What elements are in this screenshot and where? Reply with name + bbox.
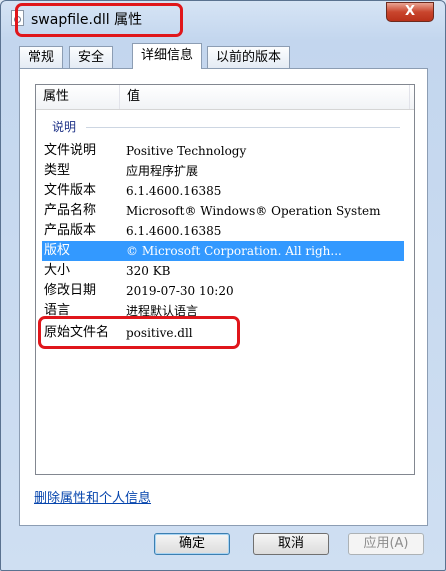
group-divider xyxy=(86,127,400,128)
ok-button[interactable]: 确定 xyxy=(154,533,230,555)
tab-general[interactable]: 常规 xyxy=(19,46,64,68)
file-icon xyxy=(11,10,24,26)
property-value: 进程默认语言 xyxy=(126,304,199,318)
property-name: 修改日期 xyxy=(44,283,97,298)
property-name: 版权 xyxy=(44,243,71,258)
column-value[interactable]: 值 xyxy=(120,85,410,109)
property-value: 6.1.4600.16385 xyxy=(126,184,222,198)
property-name: 类型 xyxy=(44,163,71,178)
list-item[interactable]: 语言 进程默认语言 xyxy=(42,301,404,321)
apply-button: 应用(A) xyxy=(348,533,424,555)
property-name: 原始文件名 xyxy=(44,325,110,340)
list-item[interactable]: 产品名称 Microsoft® Windows® Operation Syste… xyxy=(42,201,404,221)
list-item[interactable]: 类型 应用程序扩展 xyxy=(42,161,404,181)
properties-dialog: swapfile.dll 属性 X 常规 安全 详细信息 以前的版本 属性 值 … xyxy=(0,0,446,571)
window-title: swapfile.dll 属性 xyxy=(31,12,143,28)
property-value: © Microsoft Corporation. All righ... xyxy=(126,244,342,258)
cancel-button[interactable]: 取消 xyxy=(253,533,329,555)
property-name: 语言 xyxy=(44,303,71,318)
list-item[interactable]: 大小 320 KB xyxy=(42,261,404,281)
column-header: 属性 值 xyxy=(36,85,414,110)
property-value: positive.dll xyxy=(126,326,193,340)
tab-previous-versions[interactable]: 以前的版本 xyxy=(207,46,291,68)
property-value: 2019-07-30 10:20 xyxy=(126,284,234,298)
property-name: 产品版本 xyxy=(44,223,97,238)
property-value: 6.1.4600.16385 xyxy=(126,224,222,238)
property-value: 应用程序扩展 xyxy=(126,164,199,178)
properties-list[interactable]: 属性 值 说明 文件说明 Positive Technology 类型 应用程序… xyxy=(35,84,415,475)
remove-properties-link[interactable]: 删除属性和个人信息 xyxy=(34,487,151,506)
tab-details[interactable]: 详细信息 xyxy=(132,43,203,69)
close-button[interactable]: X xyxy=(386,2,434,22)
property-name: 文件说明 xyxy=(44,143,97,158)
list-item[interactable]: 文件说明 Positive Technology xyxy=(42,141,404,161)
title-bar[interactable]: swapfile.dll 属性 X xyxy=(1,1,445,35)
property-value: 320 KB xyxy=(126,264,171,278)
tab-security[interactable]: 安全 xyxy=(69,46,114,68)
property-name: 产品名称 xyxy=(44,203,97,218)
list-item[interactable]: 原始文件名 positive.dll xyxy=(42,323,404,343)
property-name: 大小 xyxy=(44,263,71,278)
list-item[interactable]: 修改日期 2019-07-30 10:20 xyxy=(42,281,404,301)
list-item[interactable]: 文件版本 6.1.4600.16385 xyxy=(42,181,404,201)
column-property[interactable]: 属性 xyxy=(36,85,120,109)
property-name: 文件版本 xyxy=(44,183,97,198)
list-item[interactable]: 产品版本 6.1.4600.16385 xyxy=(42,221,404,241)
property-value: Microsoft® Windows® Operation System xyxy=(126,204,381,218)
property-value: Positive Technology xyxy=(126,144,247,158)
list-item-selected[interactable]: 版权 © Microsoft Corporation. All righ... xyxy=(42,241,404,261)
group-header-description[interactable]: 说明 xyxy=(52,118,76,135)
